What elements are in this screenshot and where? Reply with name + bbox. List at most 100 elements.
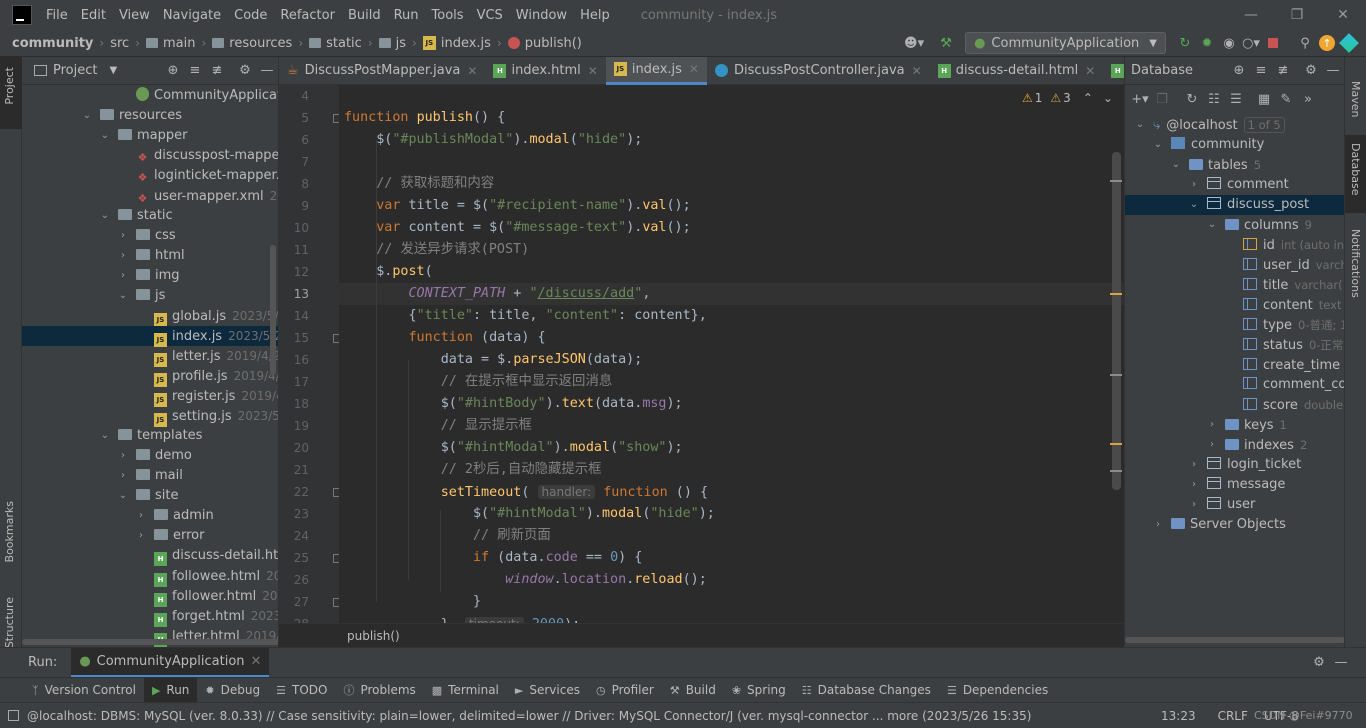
breadcrumb-resources[interactable]: resources [229,36,292,51]
chevron-right-icon[interactable]: › [116,246,130,266]
breadcrumb-js[interactable]: js [396,36,406,51]
tool-window-spring[interactable]: ❀ Spring [724,678,794,703]
chevron-right-icon[interactable]: › [1187,455,1201,475]
chevron-right-icon[interactable]: › [1205,435,1219,455]
chevron-right-icon[interactable]: › [116,266,130,286]
stop-icon[interactable] [1262,32,1284,54]
tab-index-js[interactable]: JS index.js ✕ [605,56,707,85]
project-tree-item[interactable]: ⌄ mapper [22,126,278,146]
close-icon[interactable]: ✕ [1085,64,1095,78]
menu-navigate[interactable]: Navigate [163,8,221,23]
coverage-icon[interactable]: ◉ [1218,32,1240,54]
project-tree-item[interactable]: ⌄ js [22,286,278,306]
database-tree-item[interactable]: › comment [1125,175,1344,195]
menu-refactor[interactable]: Refactor [280,8,335,23]
menu-help[interactable]: Help [580,8,610,23]
editor-scrollbar[interactable] [1112,152,1121,490]
project-hscrollbar[interactable] [22,639,278,645]
rerun-icon[interactable]: ↻ [1174,32,1196,54]
run-config-select[interactable]: ● CommunityApplication ▼ [965,32,1166,54]
database-tree-item[interactable]: comment_cour [1125,375,1344,395]
database-hscrollbar[interactable] [1125,637,1344,643]
database-tree-item[interactable]: create_timetir [1125,355,1344,375]
tool-window-debug[interactable]: ✹ Debug [197,678,268,703]
chevron-right-icon[interactable]: › [1205,415,1219,435]
more-icon[interactable]: » [1297,88,1319,110]
project-tree-item[interactable]: JS setting.js 2023/5/2 [22,406,278,427]
project-tree-item[interactable]: › css [22,226,278,246]
project-tree-item[interactable]: ❖ loginticket-mapper.xr [22,166,278,186]
tab-discusspostcontroller-java[interactable]: DiscussPostController.java ✕ [707,57,930,85]
chevron-down-icon[interactable]: ⌄ [98,426,112,446]
copy-icon[interactable]: ❐ [1151,88,1173,110]
close-icon[interactable]: ✕ [467,64,477,78]
chevron-down-icon[interactable]: ⌄ [1133,115,1147,135]
next-highlight-icon[interactable]: ⌄ [1103,91,1113,105]
chevron-right-icon[interactable]: › [116,226,130,246]
tool-window-database-changes[interactable]: ☷ Database Changes [794,678,939,703]
profile-icon[interactable]: ○▾ [1240,32,1262,54]
database-tree-item[interactable]: › indexes 2 [1125,435,1344,455]
locate-icon[interactable]: ⊕ [162,60,184,82]
project-tree-item[interactable]: ⌄ site [22,486,278,506]
breadcrumb-src[interactable]: src [110,36,129,51]
refresh-icon[interactable]: ↻ [1181,88,1203,110]
table-icon[interactable]: ▦ [1253,88,1275,110]
chevron-down-icon[interactable]: ⌄ [98,206,112,226]
database-tree-item[interactable]: › login_ticket [1125,455,1344,475]
breadcrumb-community[interactable]: community [12,36,93,51]
chevron-right-icon[interactable]: › [134,506,148,526]
restore-button[interactable]: ❐ [1274,0,1320,30]
project-tree-item[interactable]: ⌄ resources [22,106,278,126]
maven-tool-label[interactable]: Maven [1349,81,1362,117]
chevron-down-icon[interactable]: ⌄ [1187,195,1201,215]
chevron-down-icon[interactable]: ⌄ [116,286,130,306]
project-tree-item[interactable]: ❖ discusspost-mapper.x [22,146,278,166]
project-tree-item[interactable]: CommunityApplicatio [22,86,278,106]
menu-tools[interactable]: Tools [432,8,464,23]
breadcrumb-main[interactable]: main [163,36,195,51]
close-icon[interactable]: ✕ [689,62,699,76]
project-tree-item[interactable]: Hfollowee.html 2019 [22,566,278,587]
tool-window-build[interactable]: ⚒ Build [662,678,724,703]
tab-discuss-detail-html[interactable]: Hdiscuss-detail.html ✕ [930,57,1104,85]
database-tree-item[interactable]: ⌄ tables 5 [1125,155,1344,175]
project-tree-item[interactable]: ⌄ static [22,206,278,226]
project-tree-item[interactable]: JSglobal.js2023/5/2 [22,306,278,327]
project-tree-item[interactable]: › mail [22,466,278,486]
inspection-widget[interactable]: ⚠ 1 ⚠ 3 ⌃ ⌄ [1022,89,1113,107]
database-tree-item[interactable]: ⌄ ⤷ @localhost 1 of 5 [1125,115,1344,135]
project-tree-item[interactable]: › img [22,266,278,286]
chevron-right-icon[interactable]: › [1151,515,1165,535]
database-tree-item[interactable]: › Server Objects [1125,515,1344,535]
menu-edit[interactable]: Edit [81,8,106,23]
expand-all-icon[interactable]: ≡ [1250,60,1272,82]
chevron-down-icon[interactable]: ⌄ [1151,135,1165,155]
search-icon[interactable]: ⚲ [1294,32,1316,54]
hide-icon[interactable]: — [256,60,278,82]
chevron-right-icon[interactable]: › [1187,475,1201,495]
structure-tool-label[interactable]: Structure [3,597,16,648]
project-tool-label[interactable]: Project [3,67,16,105]
code-editor[interactable]: function publish() { $("#publishModal").… [339,85,1124,623]
chevron-down-icon[interactable]: ⌄ [80,106,94,126]
project-tree-item[interactable]: JSletter.js2019/4/28 [22,346,278,367]
database-tree-item[interactable]: ⌄ columns 9 [1125,215,1344,235]
minimize-button[interactable]: — [1228,0,1274,30]
gear-icon[interactable]: ⚙ [1308,652,1330,674]
menu-view[interactable]: View [119,8,150,23]
tool-window-terminal[interactable]: ▩ Terminal [424,678,507,703]
prev-highlight-icon[interactable]: ⌃ [1083,91,1093,105]
debug-icon[interactable]: ✹ [1196,32,1218,54]
run-tab[interactable]: ● CommunityApplication ✕ [71,647,270,678]
chevron-right-icon[interactable]: › [134,526,148,546]
tool-window-todo[interactable]: ☰ TODO [268,678,335,703]
project-tree-item[interactable]: JS register.js 2019/4/ [22,386,278,407]
database-tree-item[interactable]: score double [1125,395,1344,415]
tool-window-problems[interactable]: ⓘ Problems [335,678,423,703]
edit-icon[interactable]: ✎ [1275,88,1297,110]
collapse-all-icon[interactable]: ≢ [206,60,228,82]
database-tree-item[interactable]: id int (auto inc [1125,235,1344,255]
notifications-tool-label[interactable]: Notifications [1349,229,1362,298]
tab-index-html[interactable]: Hindex.html ✕ [485,57,605,85]
